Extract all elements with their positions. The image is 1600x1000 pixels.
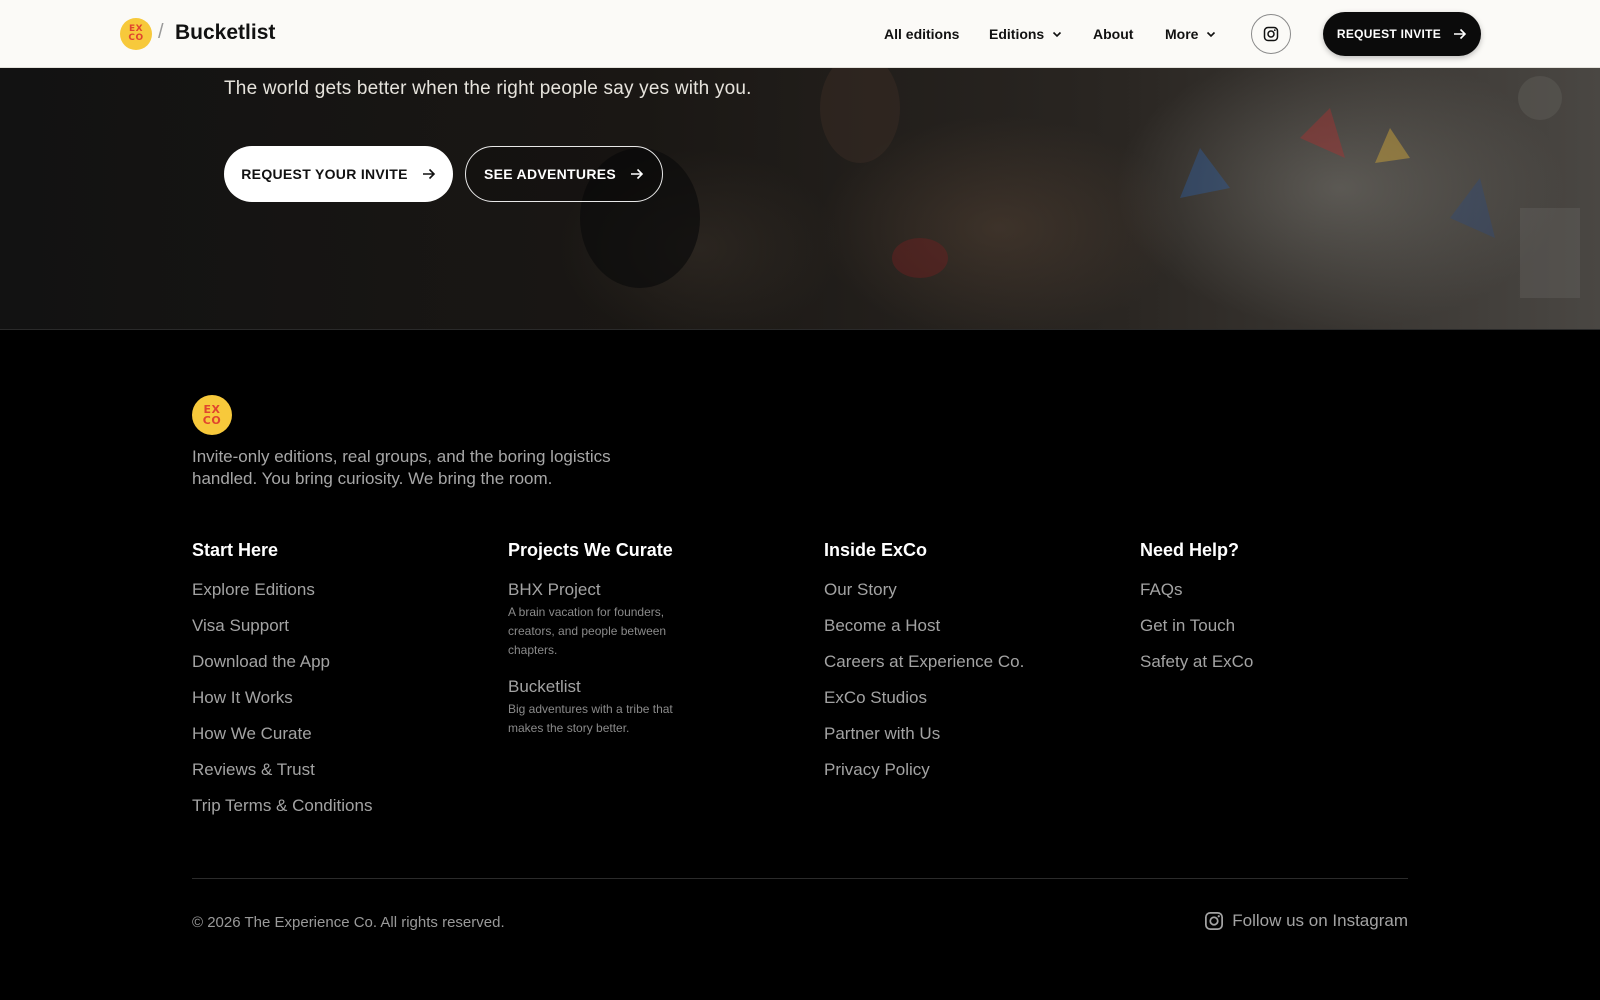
instagram-icon (1205, 912, 1224, 930)
column-title: Projects We Curate (508, 540, 673, 560)
nav-more[interactable]: More (1165, 0, 1216, 68)
footer-link-exco-studios[interactable]: ExCo Studios (824, 689, 1024, 725)
nav-more-label[interactable]: More (1165, 26, 1198, 42)
chevron-down-icon (1207, 31, 1216, 38)
instagram-button[interactable] (1251, 14, 1291, 54)
hero-subtitle: The world gets better when the right peo… (224, 78, 752, 99)
footer-link-visa-support[interactable]: Visa Support (192, 617, 372, 653)
nav-about-label[interactable]: About (1093, 26, 1133, 42)
request-invite-button[interactable]: REQUEST INVITE (1323, 12, 1481, 56)
footer-link-trip-terms[interactable]: Trip Terms & Conditions (192, 797, 372, 833)
request-your-invite-button[interactable]: REQUEST YOUR INVITE (224, 146, 453, 202)
footer-column-need-help: Need Help? FAQs Get in Touch Safety at E… (1140, 540, 1253, 689)
instagram-icon (1263, 26, 1279, 42)
column-title: Start Here (192, 540, 279, 560)
nav-editions[interactable]: Editions (989, 0, 1062, 68)
project-item-bhx[interactable]: BHX Project A brain vacation for founder… (508, 581, 688, 660)
footer-link-get-in-touch[interactable]: Get in Touch (1140, 617, 1253, 653)
footer-link-explore-editions[interactable]: Explore Editions (192, 581, 372, 617)
nav-about[interactable]: About (1093, 0, 1133, 68)
footer-link-faqs[interactable]: FAQs (1140, 581, 1253, 617)
nav-all-editions[interactable]: All editions (884, 0, 959, 68)
project-description: Big adventures with a tribe that makes t… (508, 702, 673, 735)
column-title: Need Help? (1140, 540, 1240, 560)
exco-logo[interactable]: EX CO (120, 18, 152, 50)
footer-link-download-app[interactable]: Download the App (192, 653, 372, 689)
footer-link-privacy-policy[interactable]: Privacy Policy (824, 761, 1024, 797)
footer-column-inside-exco: Inside ExCo Our Story Become a Host Care… (824, 540, 1024, 797)
project-title[interactable]: BHX Project (508, 581, 688, 599)
project-title[interactable]: Bucketlist (508, 678, 688, 696)
footer-column-start-here: Start Here Explore Editions Visa Support… (192, 540, 372, 833)
nav-editions-label[interactable]: Editions (989, 26, 1044, 42)
footer-divider (192, 878, 1408, 879)
footer-link-partner[interactable]: Partner with Us (824, 725, 1024, 761)
request-your-invite-label: REQUEST YOUR INVITE (241, 166, 408, 182)
follow-instagram-label[interactable]: Follow us on Instagram (1232, 911, 1408, 931)
arrow-right-icon (422, 168, 435, 180)
logo-text: EX CO (128, 24, 144, 43)
brand-name[interactable]: Bucketlist (175, 21, 275, 45)
chevron-down-icon (1053, 31, 1062, 38)
project-item-bucketlist[interactable]: Bucketlist Big adventures with a tribe t… (508, 678, 688, 738)
footer-tagline: Invite-only editions, real groups, and t… (192, 447, 611, 488)
footer-link-our-story[interactable]: Our Story (824, 581, 1024, 617)
column-title: Inside ExCo (824, 540, 928, 560)
follow-instagram-link[interactable]: Follow us on Instagram (1204, 911, 1408, 931)
breadcrumb-separator: / (158, 21, 164, 43)
footer-link-how-it-works[interactable]: How It Works (192, 689, 372, 725)
project-description: A brain vacation for founders, creators,… (508, 605, 667, 657)
footer-link-become-host[interactable]: Become a Host (824, 617, 1024, 653)
footer-logo-text: EX CO (202, 403, 222, 427)
hero-section: The world gets better when the right peo… (0, 68, 1600, 330)
footer-column-projects: Projects We Curate BHX Project A brain v… (508, 540, 688, 738)
footer-exco-logo[interactable]: EX CO (192, 395, 232, 435)
see-adventures-button[interactable]: SEE ADVENTURES (465, 146, 663, 202)
nav-all-editions-label[interactable]: All editions (884, 26, 959, 42)
arrow-right-icon (1454, 28, 1467, 40)
request-invite-label: REQUEST INVITE (1336, 27, 1442, 41)
site-header: EX CO / Bucketlist All editions Editions… (0, 0, 1600, 68)
footer-link-careers[interactable]: Careers at Experience Co. (824, 653, 1024, 689)
see-adventures-label: SEE ADVENTURES (483, 166, 617, 182)
footer-link-how-we-curate[interactable]: How We Curate (192, 725, 372, 761)
footer-link-reviews-trust[interactable]: Reviews & Trust (192, 761, 372, 797)
copyright-text: © 2026 The Experience Co. All rights res… (192, 914, 505, 931)
footer-link-safety[interactable]: Safety at ExCo (1140, 653, 1253, 689)
arrow-right-icon (631, 168, 644, 180)
